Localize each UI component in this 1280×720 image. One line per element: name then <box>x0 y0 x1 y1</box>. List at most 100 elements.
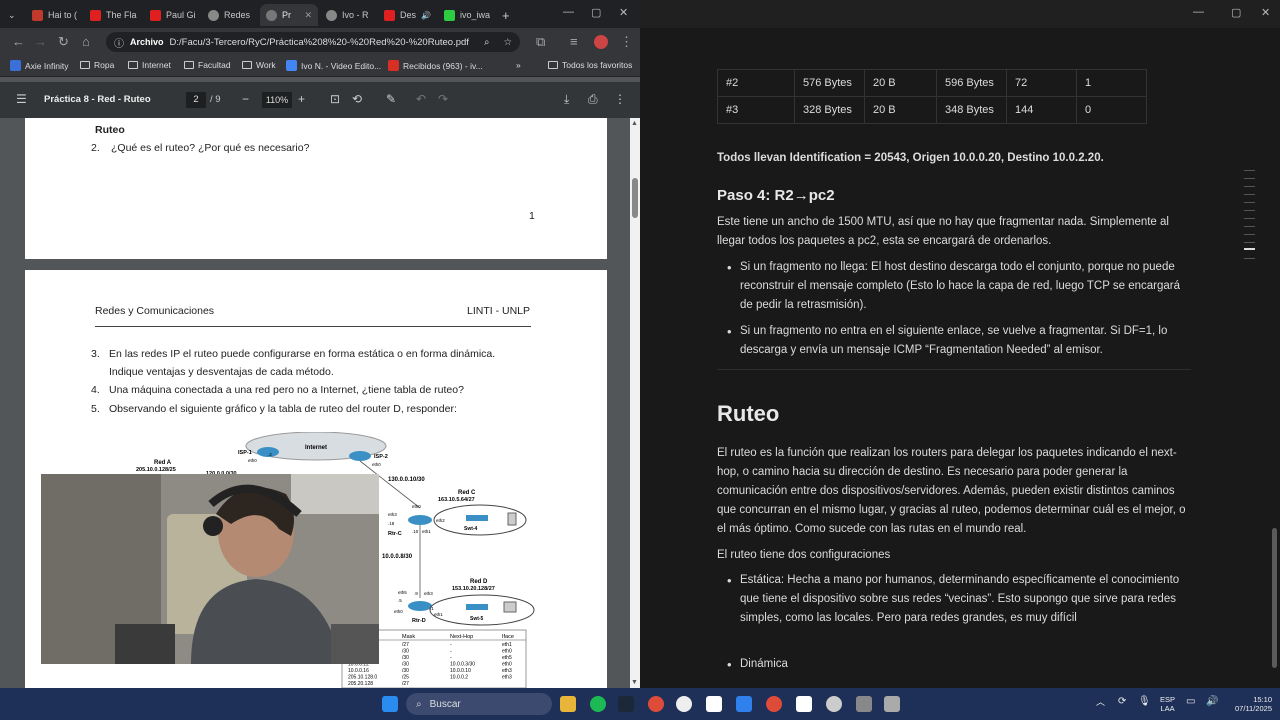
tab-7[interactable]: ivo_iwa <box>438 4 494 26</box>
divider <box>717 369 1191 370</box>
new-tab-button[interactable]: + <box>496 4 512 26</box>
table-cell: eth0 <box>502 649 512 655</box>
tray-overflow-icon[interactable]: ︿ <box>1096 698 1105 707</box>
table-cell: 348 Bytes <box>936 96 1007 124</box>
folder-icon <box>128 61 138 69</box>
close-window-icon[interactable]: ✕ <box>1261 6 1270 19</box>
all-bookmarks[interactable]: Todos los favoritos <box>548 60 632 70</box>
table-cell: 0 <box>1076 96 1147 124</box>
print-icon[interactable]: ⎙ <box>588 92 598 107</box>
redo-icon[interactable]: ↷ <box>438 92 448 106</box>
rotate-icon[interactable]: ⟲ <box>352 92 362 106</box>
red-c-label: Red C <box>458 490 476 496</box>
home-icon[interactable]: ⌂ <box>82 34 90 49</box>
bookmarks-overflow-icon[interactable]: » <box>516 60 521 70</box>
close-window-icon[interactable]: ✕ <box>619 6 628 19</box>
zoom-search-icon[interactable]: ⌕ <box>484 37 489 48</box>
maximize-icon[interactable]: ▢ <box>1231 6 1241 19</box>
page-input[interactable]: 2 <box>186 92 206 108</box>
spotify-icon[interactable] <box>590 696 606 712</box>
iface-label: eth0 <box>248 458 257 463</box>
bookmark-5[interactable]: Ivo N. - Video Edito... <box>286 60 381 71</box>
minimize-icon[interactable]: — <box>1193 6 1204 18</box>
annotate-icon[interactable]: ✎ <box>386 92 396 106</box>
zoom-out-icon[interactable]: − <box>242 92 249 106</box>
info-icon: ⓘ <box>114 38 124 50</box>
table-cell: 576 Bytes <box>794 69 865 97</box>
scroll-thumb[interactable] <box>632 178 638 218</box>
close-icon[interactable]: ✕ <box>304 10 312 21</box>
sync-icon[interactable]: ⟳ <box>1118 697 1126 707</box>
steam-icon[interactable] <box>618 696 634 712</box>
microphone-icon[interactable]: 🎙 <box>1138 697 1151 707</box>
zoom-in-icon[interactable]: + <box>298 92 305 106</box>
tab-5[interactable]: Ivo - R <box>320 4 376 26</box>
undo-icon[interactable]: ↶ <box>416 92 426 106</box>
media-icon[interactable]: ≡ <box>570 34 578 49</box>
tab-4-active[interactable]: Pr ✕ <box>260 4 318 26</box>
volume-icon[interactable]: 🔊 <box>1206 697 1218 707</box>
minimize-icon[interactable]: — <box>563 6 574 18</box>
table-cell: /27 <box>402 642 409 648</box>
clock[interactable]: 15:10 07/11/2025 <box>1226 695 1272 713</box>
notion-icon[interactable] <box>706 696 722 712</box>
taskbar: ⌕ Buscar ︿ ⟳ 🎙 ESP LAA ▭ 🔊 15:10 07/11/2025 <box>0 688 1280 720</box>
obs-icon[interactable] <box>826 696 842 712</box>
kick-icon <box>444 9 455 21</box>
globe-icon <box>208 9 219 21</box>
back-icon[interactable]: ← <box>12 34 25 49</box>
speaker-icon[interactable]: 🔊 <box>421 11 431 20</box>
reload-icon[interactable]: ↻ <box>58 34 69 50</box>
iface-label: eth0 <box>372 462 381 467</box>
bookmark-6[interactable]: Recibidos (963) - iv... <box>388 60 483 71</box>
tab-3[interactable]: Redes <box>202 4 258 26</box>
forward-icon[interactable]: → <box>34 34 47 49</box>
more-icon[interactable]: ⋮ <box>614 92 626 106</box>
bookmark-0[interactable]: Axie Infinity <box>10 60 68 71</box>
tab-list-button[interactable]: ⌄ <box>2 4 24 26</box>
address-bar[interactable]: ⓘ Archivo D:/Facu/3-Tercero/RyC/Práctica… <box>106 32 520 52</box>
tab-2[interactable]: Paul Gi <box>144 4 200 26</box>
bookmark-4[interactable]: Work <box>242 60 276 70</box>
fit-page-icon[interactable]: ⊡ <box>330 92 340 106</box>
table-cell: 1 <box>1076 69 1147 97</box>
bookmark-2[interactable]: Internet <box>128 60 171 70</box>
avatar[interactable] <box>594 35 608 49</box>
github-icon[interactable] <box>676 696 692 712</box>
ip-suffix: .2 <box>268 452 272 457</box>
chrome-icon[interactable] <box>648 696 664 712</box>
page-total: / 9 <box>210 94 221 105</box>
rtr-c-label: Rtr-C <box>388 531 402 537</box>
calculator-icon[interactable] <box>884 696 900 712</box>
notes-scrollbar[interactable] <box>1270 28 1280 688</box>
pdf-scrollbar[interactable]: ▲ ▼ <box>630 118 640 688</box>
extensions-icon[interactable]: ⧉ <box>536 34 545 50</box>
vscode-icon[interactable] <box>736 696 752 712</box>
table-cell: /30 <box>402 649 409 655</box>
taskbar-search[interactable]: ⌕ Buscar <box>406 693 552 715</box>
zoom-input[interactable]: 110% <box>262 92 292 108</box>
menu-icon[interactable]: ⋮ <box>620 34 633 50</box>
star-icon[interactable]: ☆ <box>503 37 512 48</box>
windows-start-icon[interactable] <box>382 696 398 712</box>
bookmark-3[interactable]: Facultad <box>184 60 231 70</box>
bookmark-1[interactable]: Ropa <box>80 60 114 70</box>
file-explorer-icon[interactable] <box>560 696 576 712</box>
red-a-label: Red A <box>154 460 172 466</box>
network-icon[interactable]: ▭ <box>1186 697 1195 707</box>
download-icon[interactable]: ⤓ <box>564 92 569 107</box>
scroll-down-icon[interactable]: ▼ <box>631 679 638 686</box>
drive-icon <box>286 60 297 71</box>
scroll-up-icon[interactable]: ▲ <box>631 120 638 127</box>
language-indicator[interactable]: ESP LAA <box>1160 695 1175 713</box>
rtr-d-label: Rtr-D <box>412 618 426 624</box>
maximize-icon[interactable]: ▢ <box>591 6 601 19</box>
hamburger-menu-icon[interactable]: ☰ <box>16 92 27 106</box>
tab-6[interactable]: Des 🔊 <box>378 4 434 26</box>
tab-0[interactable]: Hai to ( <box>26 4 82 26</box>
settings-icon[interactable] <box>856 696 872 712</box>
tab-1[interactable]: The Fla <box>84 4 140 26</box>
notion-icon[interactable] <box>796 696 812 712</box>
chrome-icon[interactable] <box>766 696 782 712</box>
scroll-thumb[interactable] <box>1272 528 1277 668</box>
